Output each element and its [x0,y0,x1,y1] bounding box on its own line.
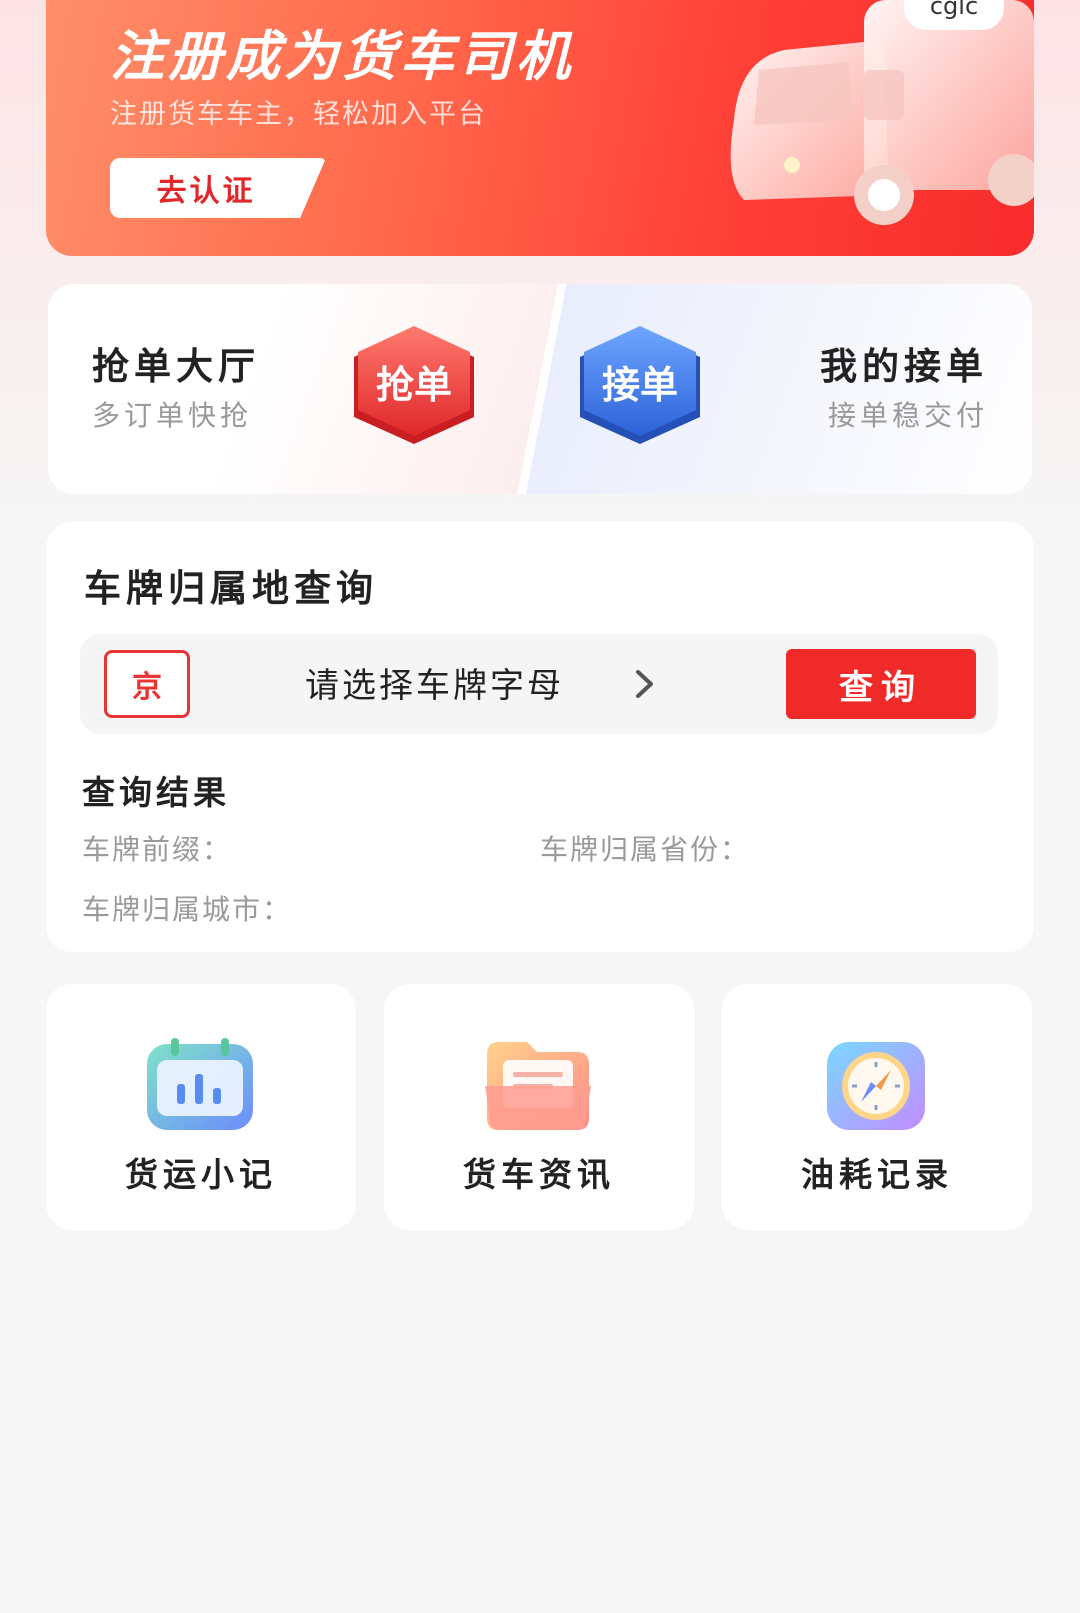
verify-button[interactable]: 去认证 [110,158,326,218]
banner-title: 注册成为货车司机 [110,25,574,88]
plate-province-label: 车牌归属省份： [540,833,751,866]
folder-icon [485,1042,591,1130]
query-button[interactable]: 查询 [786,649,976,719]
tool-truck-news[interactable]: 货车资讯 [384,984,694,1230]
tool-freight-notes[interactable]: 货运小记 [46,984,356,1230]
plate-query-card: 车牌归属地查询 京 请选择车牌字母 查询 查询结果 车牌前缀： 车牌归属省份： … [46,522,1034,952]
my-orders-card[interactable]: 接单 我的接单 接单稳交付 [526,284,1032,494]
province-selector[interactable]: 京 [104,650,190,718]
tool-label: 油耗记录 [801,1155,953,1194]
my-orders-title: 我的接单 [820,345,988,388]
grab-order-hall-card[interactable]: 抢单大厅 多订单快抢 抢单 [48,284,558,494]
accept-order-icon: 接单 [580,326,700,444]
plate-prefix-label: 车牌前缀： [82,833,233,866]
truck-icon [730,0,1034,225]
tool-fuel-records[interactable]: 油耗记录 [722,984,1032,1230]
plate-letter-selector[interactable]: 请选择车牌字母 [305,658,564,707]
my-orders-subtitle: 接单稳交付 [827,399,988,432]
compass-icon [827,1042,925,1130]
plate-query-row: 京 请选择车牌字母 查询 [80,634,998,734]
tool-label: 货运小记 [125,1155,277,1194]
chevron-right-icon[interactable] [625,664,665,704]
grab-hall-title: 抢单大厅 [92,345,260,388]
banner-subtitle: 注册货车车主，轻松加入平台 [110,99,487,130]
accept-badge-text: 接单 [602,363,678,407]
result-title: 查询结果 [82,773,230,812]
tool-label: 货车资讯 [463,1155,615,1194]
plate-city-label: 车牌归属城市： [82,893,293,926]
grab-badge-text: 抢单 [376,363,452,407]
truck-badge: cglc [904,0,1004,30]
order-entry-cards: 抢单大厅 多订单快抢 抢单 接单 我的接单 接单稳交付 [48,284,1032,494]
calendar-chart-icon [147,1038,253,1130]
grab-order-icon: 抢单 [354,326,474,444]
page: 注册成为货车司机 注册货车车主，轻松加入平台 去认证 cglc 抢单大厅 多订单… [0,0,1080,1613]
plate-query-title: 车牌归属地查询 [84,567,378,610]
driver-register-banner[interactable]: 注册成为货车司机 注册货车车主，轻松加入平台 去认证 cglc [46,0,1034,256]
grab-hall-subtitle: 多订单快抢 [92,399,253,432]
